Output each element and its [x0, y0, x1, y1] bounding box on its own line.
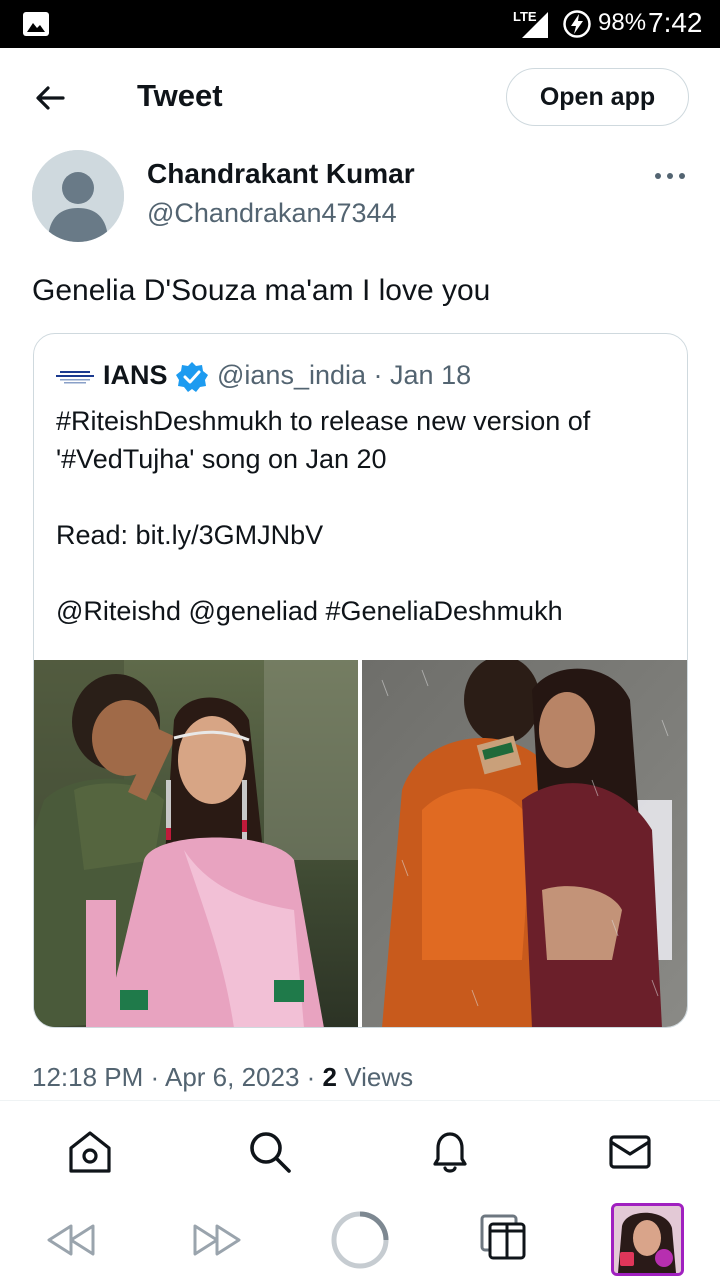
- quote-mentions-line[interactable]: @Riteishd @geneliad #GeneliaDeshmukh: [56, 592, 676, 630]
- avatar[interactable]: [32, 150, 124, 242]
- quote-handle-date: @ians_india · Jan 18: [217, 360, 471, 391]
- image-icon: [23, 12, 49, 36]
- tweet-metadata: 12:18 PM · Apr 6, 2023 · 2 Views: [32, 1062, 413, 1093]
- photo-couple-rain: [362, 660, 687, 1027]
- author-name[interactable]: Chandrakant Kumar: [147, 158, 415, 190]
- home-icon[interactable]: [67, 1129, 113, 1175]
- quote-spacer: [56, 478, 676, 516]
- clock: 7:42: [648, 7, 703, 38]
- open-app-button[interactable]: Open app: [506, 68, 689, 126]
- quote-spacer: [56, 554, 676, 592]
- quote-handle: @ians_india: [217, 360, 367, 390]
- battery-level: 98%: [598, 9, 647, 36]
- quote-image-2[interactable]: [362, 660, 687, 1027]
- separator-dot: ·: [150, 1062, 165, 1092]
- more-icon[interactable]: [652, 162, 688, 190]
- views-count: 2: [322, 1062, 338, 1092]
- quote-line: '#VedTujha' song on Jan 20: [56, 444, 387, 474]
- quote-date: Jan 18: [390, 360, 472, 390]
- bottom-tab-bar: [0, 1101, 720, 1201]
- profile-thumbnail[interactable]: [611, 1203, 684, 1276]
- tweet-time: 12:18 PM: [32, 1062, 144, 1092]
- default-avatar-icon: [32, 150, 124, 242]
- signal-icon: [522, 12, 548, 38]
- back-arrow-icon[interactable]: [30, 78, 70, 118]
- quote-image-1[interactable]: [34, 660, 358, 1027]
- author-handle[interactable]: @Chandrakan47344: [147, 198, 397, 229]
- notifications-icon[interactable]: [427, 1129, 473, 1175]
- quoted-tweet[interactable]: IANS @ians_india · Jan 18 #RiteishDeshmu…: [33, 333, 688, 1028]
- back-icon[interactable]: [46, 1220, 96, 1260]
- tweet-date: Apr 6, 2023: [164, 1062, 300, 1092]
- photo-couple-forest: [34, 660, 358, 1027]
- quote-text: #RiteishDeshmukh to release new version …: [56, 402, 676, 630]
- views-label: Views: [344, 1062, 414, 1092]
- page-title: Tweet: [137, 78, 223, 113]
- ians-logo-icon: [56, 371, 94, 384]
- separator-dot: ·: [306, 1062, 323, 1092]
- quote-line: #RiteishDeshmukh to release new version …: [56, 406, 591, 436]
- reload-icon[interactable]: [330, 1210, 390, 1270]
- top-header: Tweet Open app: [0, 48, 720, 146]
- quote-link-line[interactable]: Read: bit.ly/3GMJNbV: [56, 516, 676, 554]
- charging-icon: [563, 10, 591, 38]
- forward-icon[interactable]: [192, 1220, 242, 1260]
- messages-icon[interactable]: [607, 1129, 653, 1175]
- verified-badge-icon: [176, 362, 208, 392]
- quote-author-name: IANS: [103, 360, 168, 390]
- tweet-text: Genelia D'Souza ma'am I love you: [32, 274, 491, 307]
- profile-photo: [614, 1206, 681, 1273]
- tabs-icon[interactable]: [480, 1214, 526, 1260]
- separator-dot: ·: [373, 360, 391, 390]
- browser-toolbar: [0, 1200, 720, 1280]
- search-icon[interactable]: [247, 1129, 293, 1175]
- status-bar: LTE 98% 7:42: [0, 0, 720, 48]
